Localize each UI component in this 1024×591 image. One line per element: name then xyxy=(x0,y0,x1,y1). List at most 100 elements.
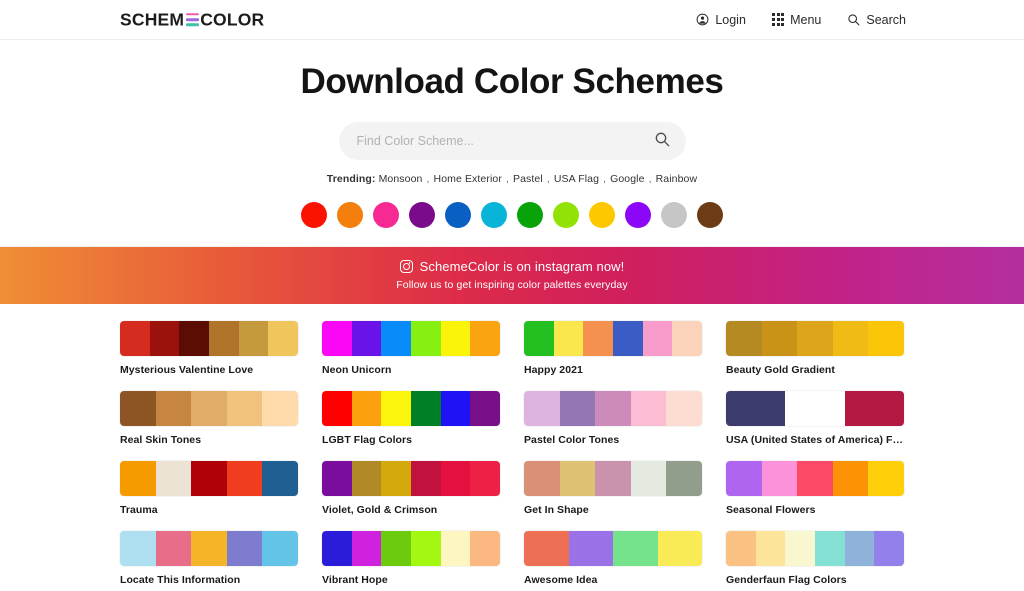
color-dot-violet[interactable] xyxy=(625,201,651,228)
trending-link[interactable]: Google xyxy=(607,173,648,185)
color-dot-blue[interactable] xyxy=(445,201,471,228)
palette-swatch[interactable] xyxy=(411,320,441,356)
palette-swatch[interactable] xyxy=(874,530,904,566)
palette-card[interactable]: Awesome Idea xyxy=(524,530,702,586)
palette-swatch[interactable] xyxy=(440,530,471,566)
palette-color-strip[interactable] xyxy=(322,460,500,496)
palette-swatch[interactable] xyxy=(120,530,156,566)
palette-swatch[interactable] xyxy=(226,460,263,496)
palette-color-strip[interactable] xyxy=(726,390,904,426)
palette-swatch[interactable] xyxy=(238,320,269,356)
palette-swatch[interactable] xyxy=(559,460,596,496)
palette-swatch[interactable] xyxy=(613,320,643,356)
palette-swatch[interactable] xyxy=(470,390,500,426)
palette-swatch[interactable] xyxy=(832,320,869,356)
instagram-promo-banner[interactable]: SchemeColor is on instagram now! Follow … xyxy=(0,246,1024,304)
palette-swatch[interactable] xyxy=(411,390,441,426)
palette-swatch[interactable] xyxy=(583,320,614,356)
palette-swatch[interactable] xyxy=(351,530,382,566)
nav-menu[interactable]: Menu xyxy=(771,13,821,27)
palette-swatch[interactable] xyxy=(191,530,227,566)
trending-link[interactable]: Pastel xyxy=(510,173,546,185)
palette-swatch[interactable] xyxy=(322,460,352,496)
color-dot-red[interactable] xyxy=(301,201,327,228)
palette-swatch[interactable] xyxy=(785,530,816,566)
color-dot-green[interactable] xyxy=(517,201,543,228)
palette-card[interactable]: LGBT Flag Colors xyxy=(322,390,500,446)
palette-swatch[interactable] xyxy=(672,320,702,356)
palette-swatch[interactable] xyxy=(120,460,156,496)
palette-swatch[interactable] xyxy=(815,530,845,566)
palette-swatch[interactable] xyxy=(179,320,210,356)
palette-swatch[interactable] xyxy=(844,530,875,566)
palette-color-strip[interactable] xyxy=(120,320,298,356)
palette-swatch[interactable] xyxy=(613,530,658,566)
palette-swatch[interactable] xyxy=(381,460,412,496)
color-dot-yellow[interactable] xyxy=(589,201,615,228)
palette-swatch[interactable] xyxy=(262,460,298,496)
palette-card[interactable]: Happy 2021 xyxy=(524,320,702,376)
palette-swatch[interactable] xyxy=(155,530,192,566)
palette-swatch[interactable] xyxy=(120,320,150,356)
palette-card[interactable]: Beauty Gold Gradient xyxy=(726,320,904,376)
palette-card[interactable]: Seasonal Flowers xyxy=(726,460,904,516)
palette-card[interactable]: Mysterious Valentine Love xyxy=(120,320,298,376)
palette-swatch[interactable] xyxy=(322,320,352,356)
palette-swatch[interactable] xyxy=(322,530,352,566)
palette-swatch[interactable] xyxy=(755,530,786,566)
palette-swatch[interactable] xyxy=(226,390,263,426)
color-dot-orange[interactable] xyxy=(337,201,363,228)
palette-swatch[interactable] xyxy=(568,530,613,566)
palette-swatch[interactable] xyxy=(642,320,673,356)
palette-swatch[interactable] xyxy=(191,390,227,426)
palette-card[interactable]: Trauma xyxy=(120,460,298,516)
palette-swatch[interactable] xyxy=(868,320,904,356)
palette-color-strip[interactable] xyxy=(726,460,904,496)
palette-color-strip[interactable] xyxy=(120,530,298,566)
palette-swatch[interactable] xyxy=(268,320,298,356)
palette-swatch[interactable] xyxy=(226,530,263,566)
palette-card[interactable]: Pastel Color Tones xyxy=(524,390,702,446)
color-dot-gray[interactable] xyxy=(661,201,687,228)
palette-color-strip[interactable] xyxy=(726,320,904,356)
palette-swatch[interactable] xyxy=(726,530,756,566)
palette-swatch[interactable] xyxy=(666,460,702,496)
palette-swatch[interactable] xyxy=(524,320,554,356)
color-dot-cyan[interactable] xyxy=(481,201,507,228)
palette-swatch[interactable] xyxy=(209,320,239,356)
palette-swatch[interactable] xyxy=(595,460,631,496)
palette-swatch[interactable] xyxy=(832,460,869,496)
palette-swatch[interactable] xyxy=(411,460,441,496)
palette-swatch[interactable] xyxy=(470,320,500,356)
trending-link[interactable]: Rainbow xyxy=(653,173,698,185)
palette-swatch[interactable] xyxy=(844,390,904,426)
palette-swatch[interactable] xyxy=(381,390,412,426)
palette-swatch[interactable] xyxy=(553,320,584,356)
palette-swatch[interactable] xyxy=(595,390,631,426)
palette-swatch[interactable] xyxy=(785,390,845,426)
palette-swatch[interactable] xyxy=(440,320,471,356)
palette-swatch[interactable] xyxy=(440,460,471,496)
palette-swatch[interactable] xyxy=(761,320,798,356)
palette-swatch[interactable] xyxy=(262,390,298,426)
palette-swatch[interactable] xyxy=(524,390,560,426)
palette-swatch[interactable] xyxy=(351,390,382,426)
color-dot-purple[interactable] xyxy=(409,201,435,228)
palette-card[interactable]: Genderfaun Flag Colors xyxy=(726,530,904,586)
site-logo[interactable]: SCHEM COLOR xyxy=(120,10,264,29)
palette-swatch[interactable] xyxy=(666,390,702,426)
palette-card[interactable]: USA (United States of America) Flag ... xyxy=(726,390,904,446)
palette-color-strip[interactable] xyxy=(726,530,904,566)
trending-link[interactable]: USA Flag xyxy=(551,173,602,185)
palette-card[interactable]: Neon Unicorn xyxy=(322,320,500,376)
palette-swatch[interactable] xyxy=(630,460,667,496)
palette-swatch[interactable] xyxy=(381,320,412,356)
palette-color-strip[interactable] xyxy=(524,460,702,496)
palette-swatch[interactable] xyxy=(761,460,798,496)
palette-color-strip[interactable] xyxy=(322,320,500,356)
search-submit-button[interactable] xyxy=(654,131,670,150)
palette-color-strip[interactable] xyxy=(524,530,702,566)
palette-swatch[interactable] xyxy=(120,390,156,426)
palette-swatch[interactable] xyxy=(381,530,412,566)
search-input[interactable] xyxy=(356,133,654,148)
